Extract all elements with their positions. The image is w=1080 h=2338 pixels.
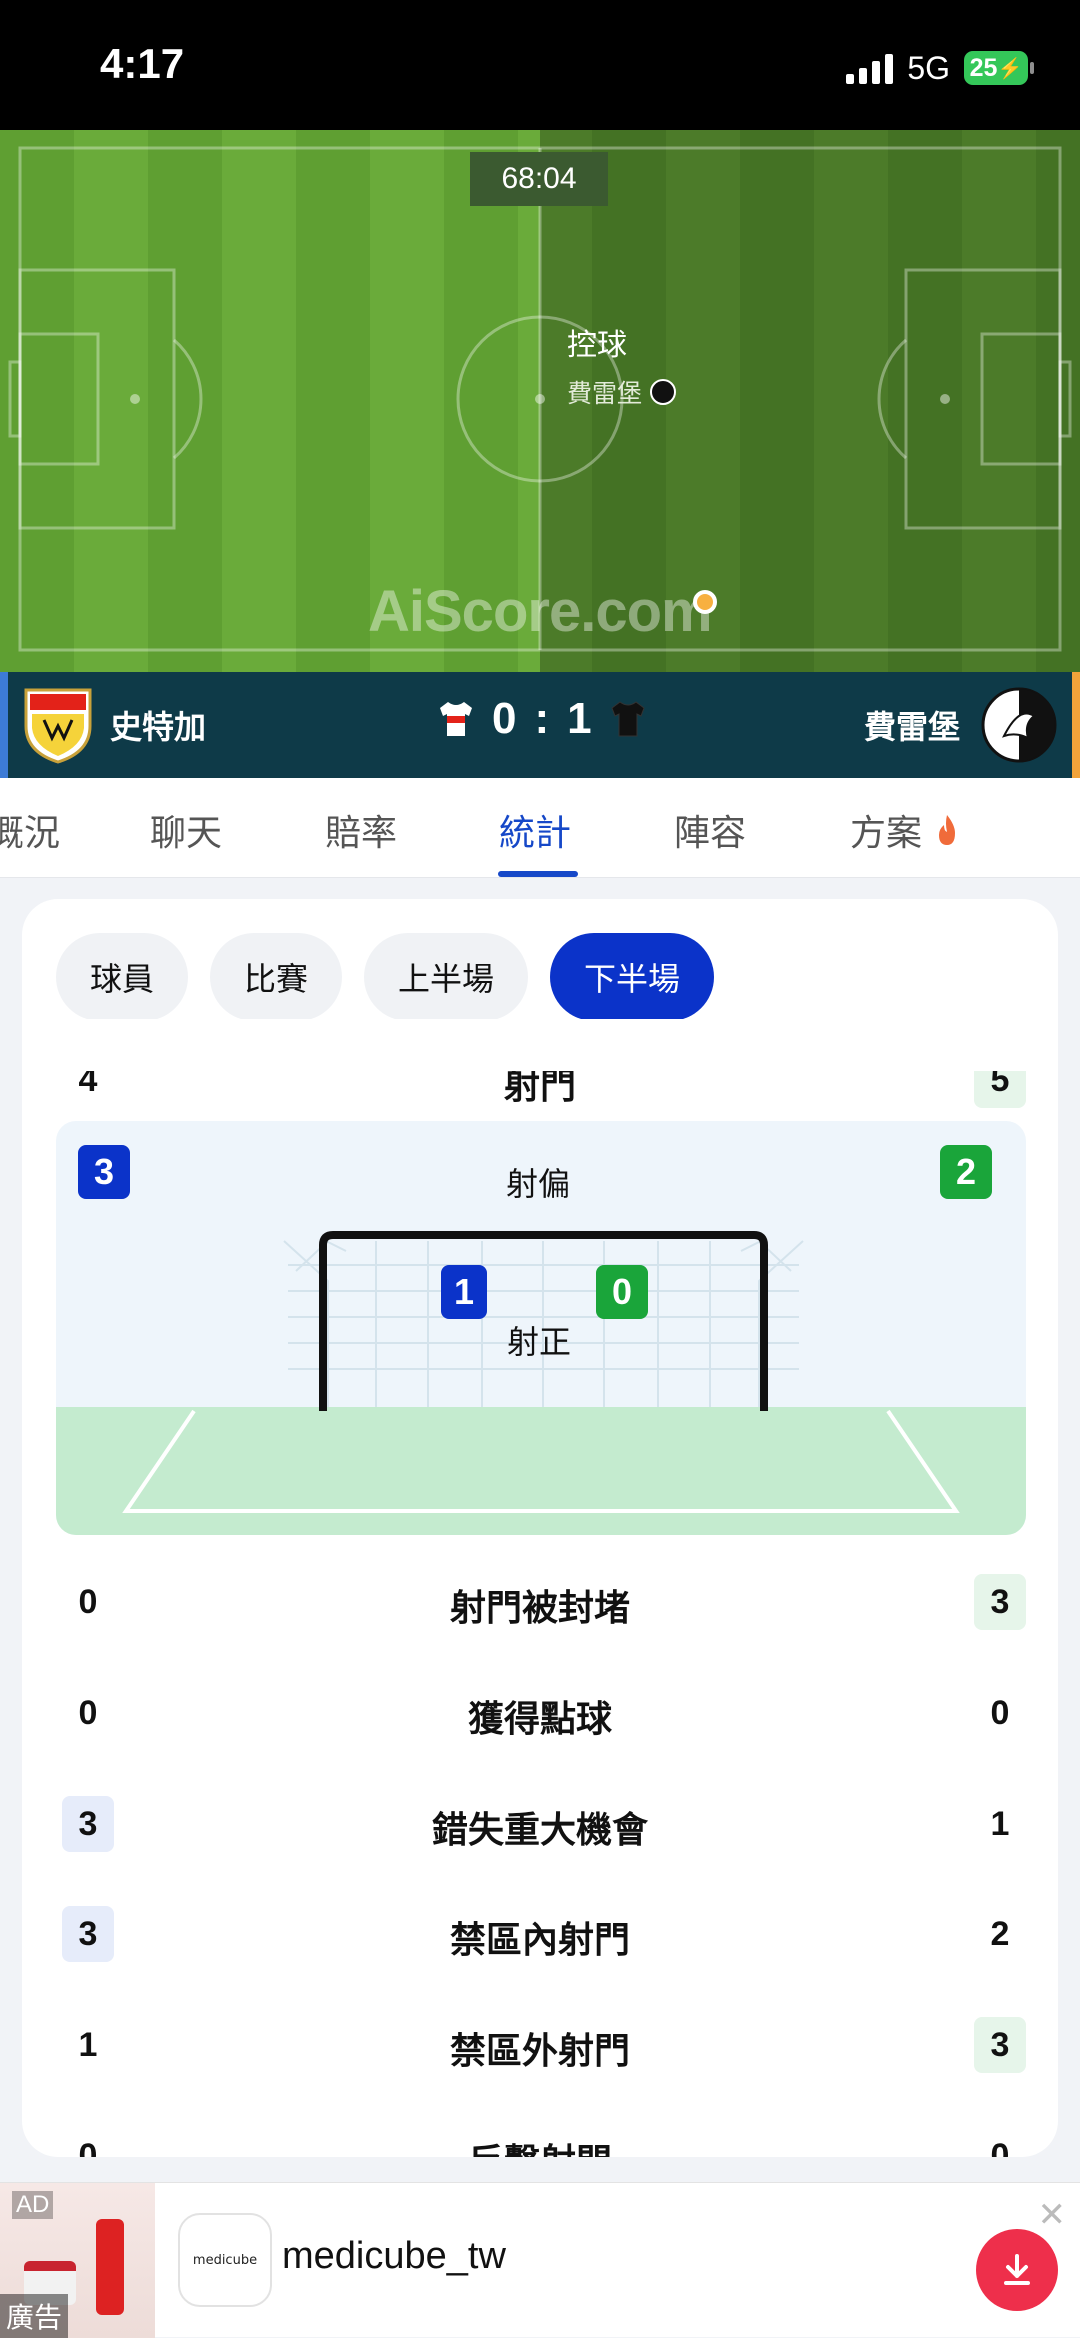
filter-first-half[interactable]: 上半場 xyxy=(364,933,529,1021)
battery-icon: 25 ⚡ xyxy=(964,51,1034,85)
away-kit-icon xyxy=(611,701,645,737)
live-pitch[interactable]: 68:04 控球 費雷堡 AiScore.com xyxy=(0,130,1080,672)
on-target-label: 射正 xyxy=(507,1323,572,1361)
advertiser-logo-text: medicube xyxy=(192,2252,258,2268)
stat-row-shots-inside-box: 3 禁區內射門 2 xyxy=(22,1901,1058,1962)
filter-match[interactable]: 比賽 xyxy=(210,933,343,1021)
tab-tips-label: 方案 xyxy=(850,813,923,854)
ad-tag: AD xyxy=(12,2191,54,2219)
stat-row-big-chances-missed: 3 錯失重大機會 1 xyxy=(22,1791,1058,1852)
stat-label: 射門被封堵 xyxy=(449,1588,630,1629)
home-team[interactable]: 史特加 xyxy=(22,686,206,764)
freiburg-mini-crest-icon xyxy=(650,379,677,405)
ball-position-icon xyxy=(693,590,717,614)
score-separator: : xyxy=(534,694,550,743)
filter-second-half[interactable]: 下半場 xyxy=(550,933,715,1021)
stat-away-value: 3 xyxy=(974,1574,1026,1630)
ad-banner[interactable]: AD 廣告 medicube medicube_tw ✕ xyxy=(0,2182,1080,2338)
stuttgart-crest-icon xyxy=(24,688,92,764)
stat-label: 禁區外射門 xyxy=(449,2031,630,2072)
filter-players[interactable]: 球員 xyxy=(56,933,189,1021)
tab-lineups[interactable]: 陣容 xyxy=(674,804,746,856)
stat-label: 禁區內射門 xyxy=(449,1920,630,1961)
status-time: 4:17 xyxy=(100,40,185,87)
on-target-away-value: 0 xyxy=(596,1265,648,1319)
stat-label: 錯失重大機會 xyxy=(431,1810,648,1851)
possession-indicator: 控球 費雷堡 xyxy=(567,320,677,410)
status-bar: 4:17 5G 25 ⚡ xyxy=(0,0,1080,130)
away-team[interactable]: 費雷堡 xyxy=(864,686,1058,764)
stat-row-shots-outside-box: 1 禁區外射門 3 xyxy=(22,2012,1058,2073)
advertiser-name[interactable]: medicube_tw xyxy=(282,2235,506,2278)
scoreboard: 史特加 0 : 1 費雷堡 xyxy=(0,672,1080,778)
product-bottle-icon xyxy=(96,2219,124,2315)
freiburg-crest-icon xyxy=(981,687,1057,763)
stat-away-value: 0 xyxy=(990,2136,1010,2158)
stat-away-value: 0 xyxy=(990,1693,1010,1732)
home-team-name: 史特加 xyxy=(110,708,207,746)
stat-row-penalties-won: 0 獲得點球 0 xyxy=(22,1680,1058,1741)
off-target-label: 射偏 xyxy=(506,1165,571,1203)
stat-label: 反擊射門 xyxy=(22,2133,1058,2157)
score: 0 : 1 xyxy=(438,694,646,744)
fire-icon xyxy=(939,815,956,845)
home-score: 0 xyxy=(492,694,517,743)
battery-level: 25 xyxy=(969,53,998,82)
stat-away-value: 2 xyxy=(990,1914,1010,1953)
tab-overview[interactable]: 概況 xyxy=(0,804,60,856)
ad-label: 廣告 xyxy=(0,2294,69,2338)
on-target-home-value: 1 xyxy=(441,1265,487,1319)
off-target-away-value: 2 xyxy=(940,1145,992,1199)
advertiser-logo[interactable]: medicube xyxy=(178,2213,272,2307)
ad-thumbnail[interactable]: AD 廣告 xyxy=(0,2183,155,2338)
tab-stats[interactable]: 統計 xyxy=(499,804,571,856)
status-indicators: 5G 25 ⚡ xyxy=(846,48,1034,88)
stat-away-value: 3 xyxy=(974,2017,1026,2073)
away-score: 1 xyxy=(567,694,592,743)
tab-chat[interactable]: 聊天 xyxy=(150,804,222,856)
tab-odds[interactable]: 賠率 xyxy=(325,804,397,856)
watermark: AiScore.com xyxy=(368,579,713,644)
download-button[interactable] xyxy=(976,2229,1058,2311)
tab-bar: 概況 聊天 賠率 統計 陣容 方案 xyxy=(0,778,1080,878)
shots-goal-graphic: 3 射偏 2 1 0 射正 xyxy=(56,1121,1026,1535)
period-filter: 球員 比賽 上半場 下半場 xyxy=(56,933,715,1021)
possession-label: 控球 xyxy=(567,328,627,363)
tab-tips[interactable]: 方案 xyxy=(850,804,961,856)
stats-card: 球員 比賽 上半場 下半場 4 射門 5 3 射偏 2 1 0 射正 0 射門被… xyxy=(22,899,1058,2157)
match-clock: 68:04 xyxy=(470,152,608,206)
stat-label: 獲得點球 xyxy=(467,1699,612,1740)
off-target-home-value: 3 xyxy=(78,1145,130,1199)
stat-row-counter-attack-shots: 0 反擊射門 0 xyxy=(22,2123,1058,2158)
network-type: 5G xyxy=(907,49,950,86)
stat-away-value: 1 xyxy=(990,1804,1010,1843)
tab-active-indicator xyxy=(498,871,578,877)
possession-team: 費雷堡 xyxy=(567,379,643,408)
stat-row-blocked-shots: 0 射門被封堵 3 xyxy=(22,1569,1058,1630)
home-kit-icon xyxy=(440,702,472,736)
close-icon[interactable]: ✕ xyxy=(1038,2195,1067,2235)
away-team-name: 費雷堡 xyxy=(863,708,960,746)
download-icon xyxy=(1004,2254,1030,2285)
signal-icon xyxy=(846,52,894,84)
